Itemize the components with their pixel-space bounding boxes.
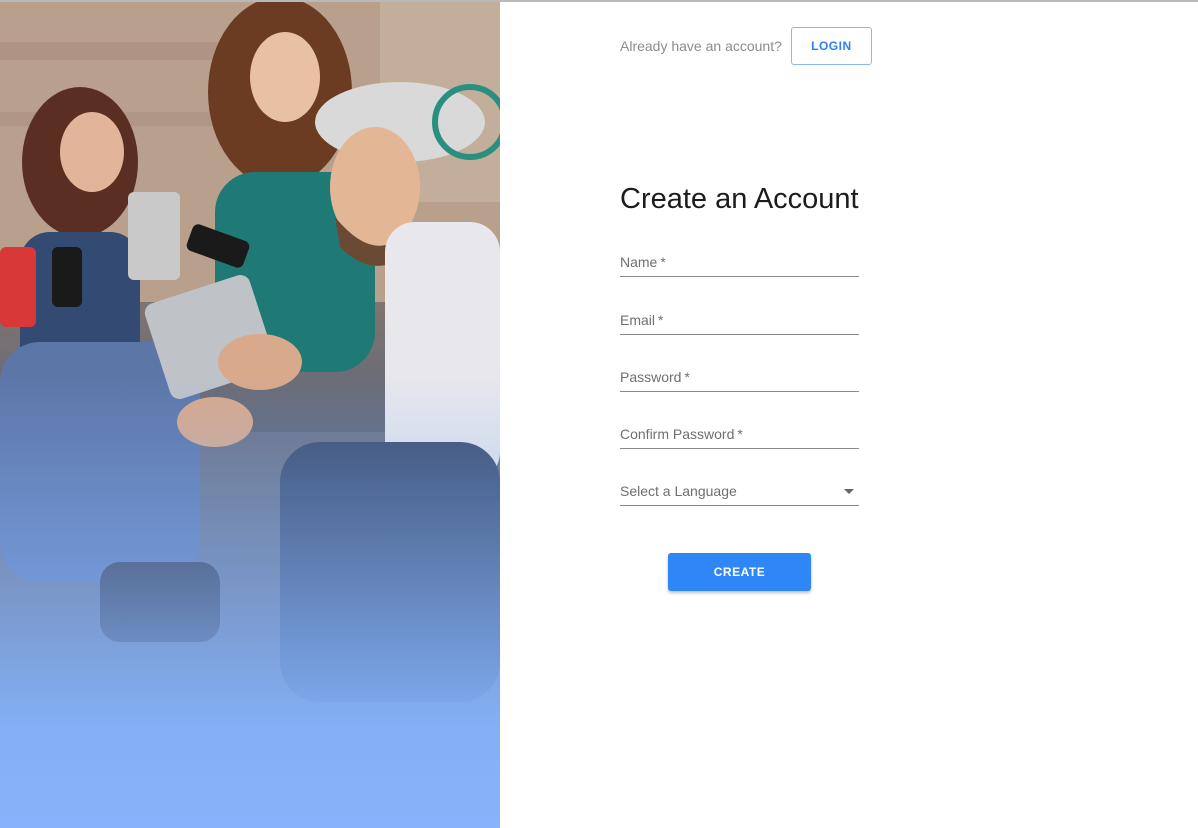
password-field-label: Password *	[620, 369, 690, 385]
chevron-down-icon	[844, 489, 854, 494]
signup-panel: Already have an account? LOGIN Create an…	[500, 2, 1198, 828]
login-button[interactable]: LOGIN	[790, 27, 872, 65]
create-button[interactable]: CREATE	[668, 553, 811, 591]
page-title: Create an Account	[620, 183, 859, 215]
confirm-password-field[interactable]: Confirm Password *	[620, 419, 859, 449]
language-select-label: Select a Language	[620, 483, 737, 499]
login-prompt-text: Already have an account?	[620, 38, 782, 54]
email-field[interactable]: Email *	[620, 305, 859, 335]
email-field-label: Email *	[620, 312, 664, 328]
app-frame: Already have an account? LOGIN Create an…	[0, 0, 1198, 828]
name-field[interactable]: Name *	[620, 247, 859, 277]
hero-gradient-overlay	[0, 2, 500, 828]
password-field[interactable]: Password *	[620, 362, 859, 392]
login-prompt-row: Already have an account? LOGIN	[620, 27, 872, 65]
name-field-label: Name *	[620, 254, 666, 270]
hero-image	[0, 2, 500, 828]
confirm-password-field-label: Confirm Password *	[620, 426, 743, 442]
language-select[interactable]: Select a Language	[620, 476, 859, 506]
